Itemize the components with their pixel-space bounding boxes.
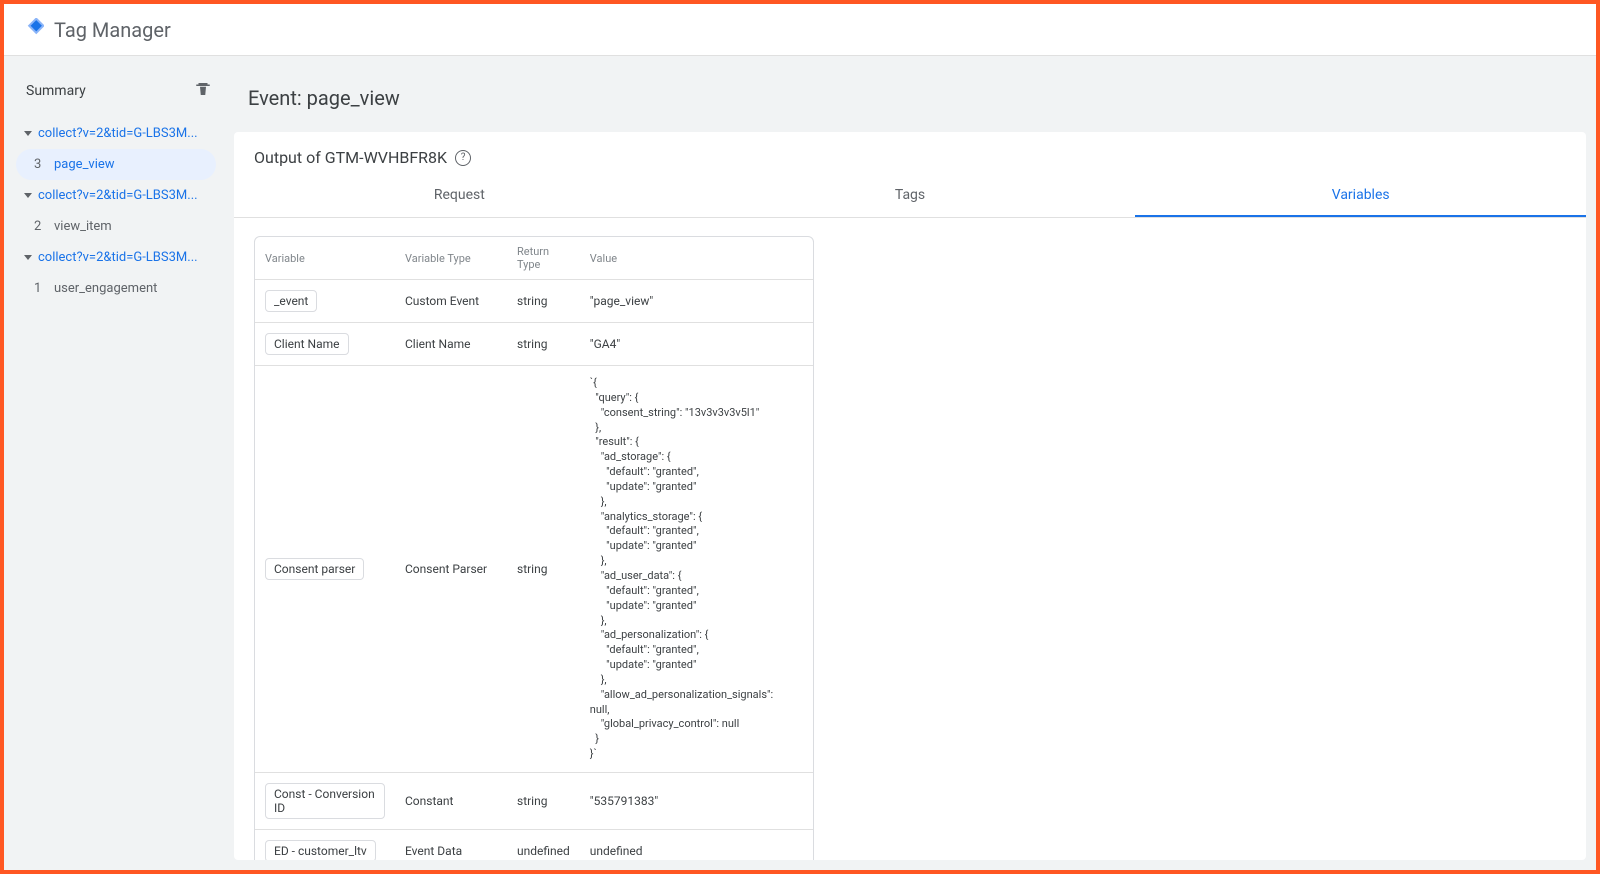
table-row: Client NameClient Namestring"GA4" xyxy=(255,322,813,365)
tabs: Request Tags Variables xyxy=(234,175,1586,218)
tag-manager-icon xyxy=(20,18,44,42)
sidebar-item[interactable]: 2 view_item xyxy=(16,211,216,242)
variable-type: Consent Parser xyxy=(395,365,507,772)
sidebar-tree: collect?v=2&tid=G-LBS3M...3page_viewcoll… xyxy=(16,118,216,304)
value-text: "535791383" xyxy=(590,794,658,808)
sidebar-group[interactable]: collect?v=2&tid=G-LBS3M... xyxy=(16,180,216,211)
return-type: string xyxy=(507,322,580,365)
th-type: Variable Type xyxy=(395,237,507,280)
summary-row: Summary xyxy=(16,76,216,116)
return-type: string xyxy=(507,280,580,322)
sidebar-item-num: 3 xyxy=(34,157,48,172)
th-return-type: Return Type xyxy=(507,237,580,280)
return-type: string xyxy=(507,365,580,772)
output-row: Output of GTM-WVHBFR8K ? xyxy=(234,132,1586,175)
caret-down-icon xyxy=(24,255,32,260)
sidebar-group-label: collect?v=2&tid=G-LBS3M... xyxy=(38,250,198,265)
logo-wrap: Tag Manager xyxy=(20,18,171,42)
tab-request[interactable]: Request xyxy=(234,175,685,217)
output-label: Output of GTM-WVHBFR8K xyxy=(254,148,447,167)
topbar: Tag Manager xyxy=(4,4,1596,56)
summary-label[interactable]: Summary xyxy=(26,83,86,99)
variable-type: Client Name xyxy=(395,322,507,365)
sidebar-item[interactable]: 3 page_view xyxy=(16,149,216,180)
main: Event: page_view Output of GTM-WVHBFR8K … xyxy=(224,56,1596,870)
variable-chip[interactable]: Const - Conversion ID xyxy=(265,783,385,819)
value-text: "GA4" xyxy=(590,337,620,351)
caret-down-icon xyxy=(24,193,32,198)
value-text: "page_view" xyxy=(590,294,653,308)
tab-variables[interactable]: Variables xyxy=(1135,175,1586,217)
table-row: Consent parser Consent Parserstring`{ "qu… xyxy=(255,365,813,772)
variable-chip[interactable]: ED - customer_ltv xyxy=(265,840,376,860)
variables-table: Variable Variable Type Return Type Value… xyxy=(254,236,814,860)
th-variable: Variable xyxy=(255,237,395,280)
sidebar-group-label: collect?v=2&tid=G-LBS3M... xyxy=(38,126,198,141)
return-type: undefined xyxy=(507,829,580,860)
sidebar: Summary collect?v=2&tid=G-LBS3M... 3 page_… xyxy=(4,56,224,870)
sidebar-group[interactable]: collect?v=2&tid=G-LBS3M... xyxy=(16,242,216,273)
variable-chip[interactable]: Consent parser xyxy=(265,558,364,580)
sidebar-group[interactable]: collect?v=2&tid=G-LBS3M... xyxy=(16,118,216,149)
clear-icon[interactable] xyxy=(194,80,212,102)
variable-type: Event Data xyxy=(395,829,507,860)
help-icon[interactable]: ? xyxy=(455,150,471,166)
sidebar-item-num: 1 xyxy=(34,281,48,296)
sidebar-item-label: view_item xyxy=(54,219,112,234)
value-pre: `{ "query": { "consent_string": "13v3v3v… xyxy=(590,376,803,762)
output-panel: Output of GTM-WVHBFR8K ? Request Tags Va… xyxy=(234,132,1586,860)
variable-chip[interactable]: _event xyxy=(265,290,317,312)
app-frame: Tag Manager Summary collect?v=2&tid=G-LB… xyxy=(0,0,1600,874)
variable-chip[interactable]: Client Name xyxy=(265,333,349,355)
body: Summary collect?v=2&tid=G-LBS3M... 3 page_… xyxy=(4,56,1596,870)
app-title: Tag Manager xyxy=(54,18,171,42)
sidebar-group-label: collect?v=2&tid=G-LBS3M... xyxy=(38,188,198,203)
variables-table-wrap[interactable]: Variable Variable Type Return Type Value… xyxy=(234,218,1586,860)
caret-down-icon xyxy=(24,131,32,136)
variable-type: Custom Event xyxy=(395,280,507,322)
table-row: _event Custom Eventstring "page_view" xyxy=(255,280,813,322)
variable-type: Constant xyxy=(395,772,507,829)
value-text: undefined xyxy=(590,844,643,858)
sidebar-item-num: 2 xyxy=(34,219,48,234)
table-row: Const - Conversion ID Constantstring "5357… xyxy=(255,772,813,829)
sidebar-item[interactable]: 1 user_engagement xyxy=(16,273,216,304)
event-title: Event: page_view xyxy=(224,56,1596,132)
return-type: string xyxy=(507,772,580,829)
th-value: Value xyxy=(580,237,813,280)
sidebar-item-label: user_engagement xyxy=(54,281,157,296)
tab-tags[interactable]: Tags xyxy=(685,175,1136,217)
table-row: ED - customer_ltvEvent Dataundefinedunde… xyxy=(255,829,813,860)
sidebar-item-label: page_view xyxy=(54,157,115,172)
